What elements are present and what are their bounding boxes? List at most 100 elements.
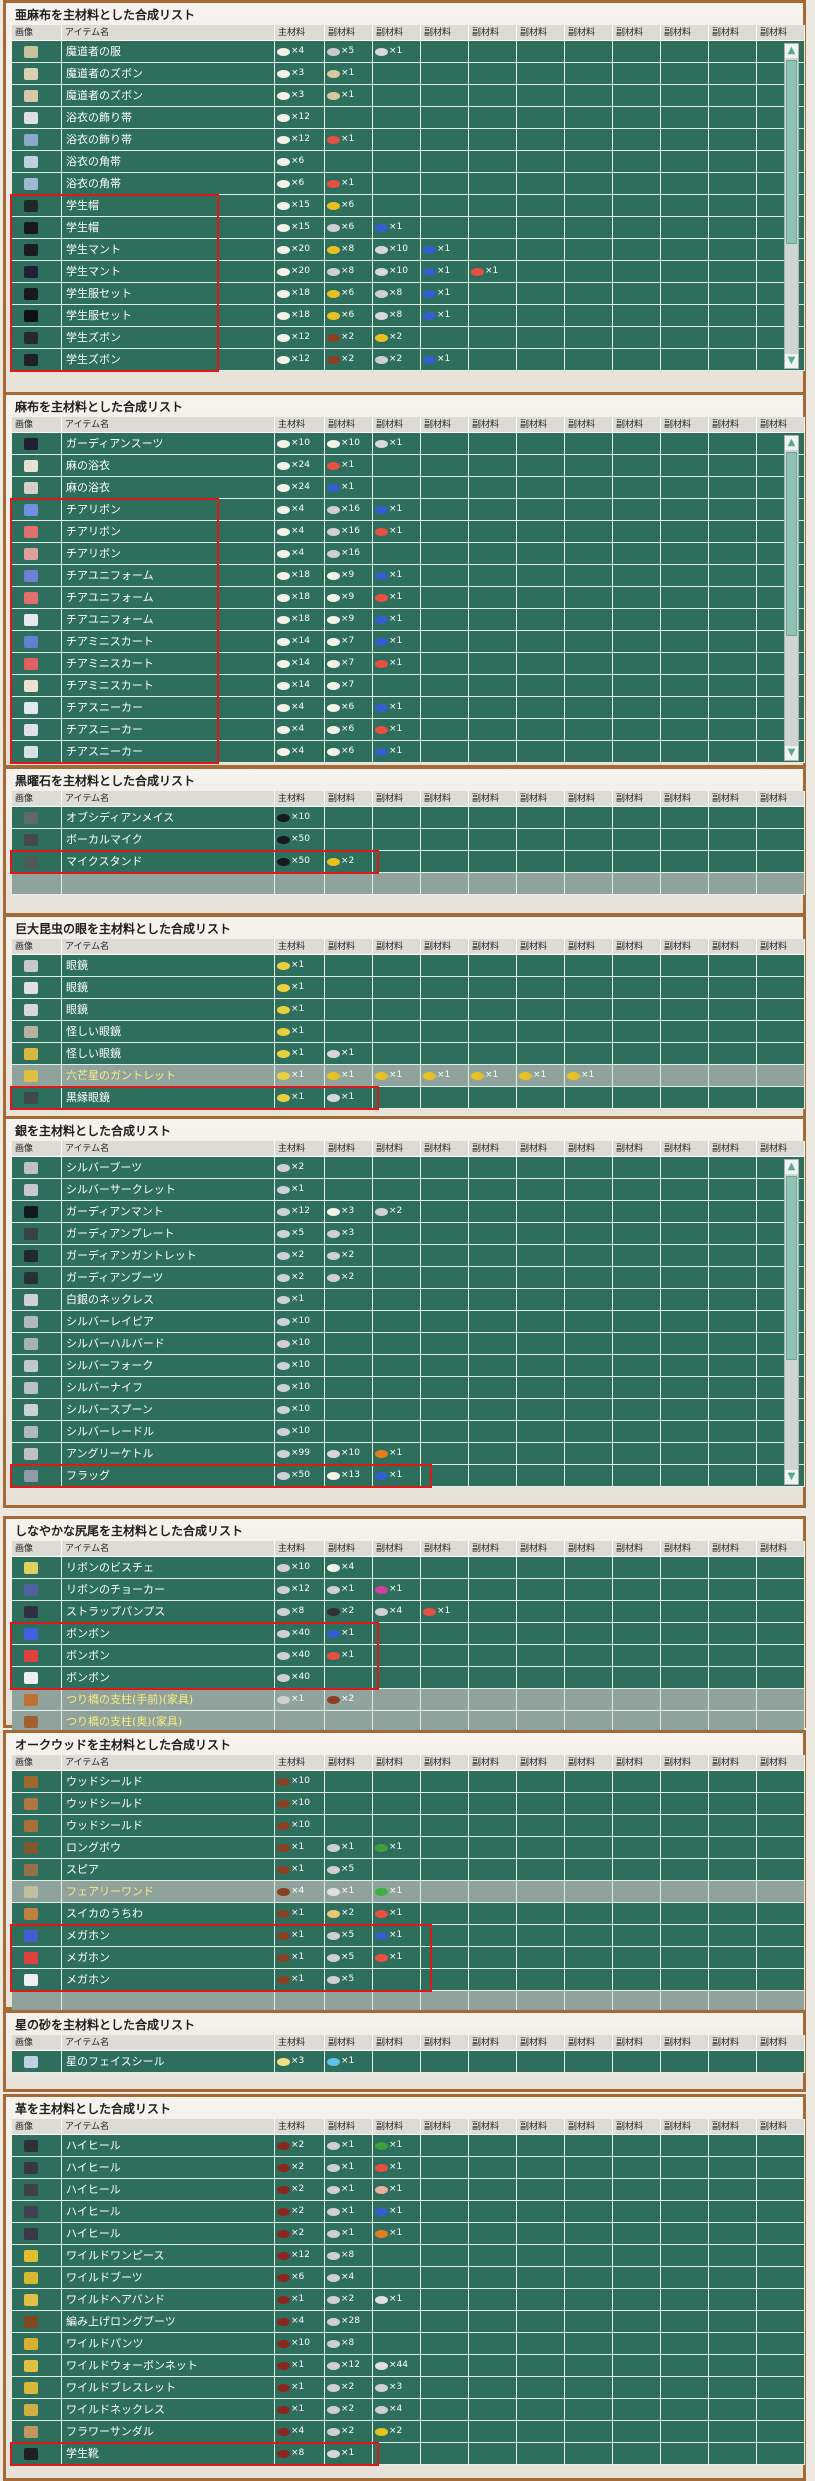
table-row[interactable]: 浴衣の角帯 ×6	[12, 151, 805, 173]
table-row[interactable]: 魔道者のズボン ×3 ×1	[12, 63, 805, 85]
table-row[interactable]: チアリボン ×4 ×16	[12, 543, 805, 565]
table-row[interactable]: アングリーケトル ×99 ×10 ×1	[12, 1443, 805, 1465]
table-row[interactable]: 魔道者のズボン ×3 ×1	[12, 85, 805, 107]
table-row[interactable]: ハイヒール ×2 ×1 ×1	[12, 2201, 805, 2223]
table-row[interactable]: 浴衣の角帯 ×6 ×1	[12, 173, 805, 195]
table-row[interactable]: ガーディアンガントレット ×2 ×2	[12, 1245, 805, 1267]
table-row[interactable]: チアミニスカート ×14 ×7 ×1	[12, 631, 805, 653]
table-row[interactable]: 白銀のネックレス ×1	[12, 1289, 805, 1311]
table-row[interactable]: チアリボン ×4 ×16 ×1	[12, 521, 805, 543]
table-row[interactable]: 学生帽 ×15 ×6 ×1	[12, 217, 805, 239]
scroll-up-arrow-icon[interactable]: ▲	[785, 436, 798, 450]
table-row[interactable]: 眼鏡 ×1	[12, 977, 805, 999]
table-row[interactable]: 編み上げロングブーツ ×4 ×28	[12, 2311, 805, 2333]
scroll-up-arrow-icon[interactable]: ▲	[785, 1160, 798, 1174]
table-row[interactable]: 麻の浴衣 ×24 ×1	[12, 455, 805, 477]
table-row[interactable]: 麻の浴衣 ×24 ×1	[12, 477, 805, 499]
table-row[interactable]: 学生マント ×20 ×8 ×10 ×1	[12, 239, 805, 261]
table-row[interactable]: メガホン ×1 ×5 ×1	[12, 1947, 805, 1969]
table-row[interactable]: リボンのチョーカー ×12 ×1 ×1	[12, 1579, 805, 1601]
table-row[interactable]: チアスニーカー ×4 ×6 ×1	[12, 697, 805, 719]
table-row[interactable]: ハイヒール ×2 ×1 ×1	[12, 2135, 805, 2157]
table-row[interactable]: シルバーレイピア ×10	[12, 1311, 805, 1333]
table-row[interactable]: ハイヒール ×2 ×1 ×1	[12, 2223, 805, 2245]
table-row[interactable]: 学生帽 ×15 ×6	[12, 195, 805, 217]
table-row[interactable]: メガホン ×1 ×5 ×1	[12, 1925, 805, 1947]
table-row[interactable]: ハイヒール ×2 ×1 ×1	[12, 2179, 805, 2201]
table-row[interactable]: ワイルドヘアバンド ×1 ×2 ×1	[12, 2289, 805, 2311]
table-row[interactable]: チアユニフォーム ×18 ×9 ×1	[12, 565, 805, 587]
scroll-down-arrow-icon[interactable]: ▼	[785, 746, 798, 760]
table-row[interactable]: チアミニスカート ×14 ×7	[12, 675, 805, 697]
table-row[interactable]: ガーディアンスーツ ×10 ×10 ×1	[12, 433, 805, 455]
table-row[interactable]: ボンボン ×40 ×1	[12, 1623, 805, 1645]
table-row[interactable]: スピア ×1 ×5	[12, 1859, 805, 1881]
table-row[interactable]: ボンボン ×40	[12, 1667, 805, 1689]
table-row[interactable]: フラッグ ×50 ×13 ×1	[12, 1465, 805, 1487]
scroll-down-arrow-icon[interactable]: ▼	[785, 1470, 798, 1484]
table-row[interactable]: マイクスタンド ×50 ×2	[12, 851, 805, 873]
table-row[interactable]: シルバーナイフ ×10	[12, 1377, 805, 1399]
table-row[interactable]: ストラップパンプス ×8 ×2 ×4 ×1	[12, 1601, 805, 1623]
table-row[interactable]: チアスニーカー ×4 ×6 ×1	[12, 741, 805, 763]
table-row[interactable]: 学生靴 ×8 ×1	[12, 2443, 805, 2465]
table-row[interactable]: ガーディアンブーツ ×2 ×2	[12, 1267, 805, 1289]
table-row[interactable]: 魔道者の服 ×4 ×5 ×1	[12, 41, 805, 63]
table-row[interactable]: チアユニフォーム ×18 ×9 ×1	[12, 609, 805, 631]
table-row[interactable]: シルバーサークレット ×1	[12, 1179, 805, 1201]
table-row[interactable]: ワイルドウォーボンネット ×1 ×12 ×44	[12, 2355, 805, 2377]
table-row[interactable]: シルバーレードル ×10	[12, 1421, 805, 1443]
table-row[interactable]: シルバーブーツ ×2	[12, 1157, 805, 1179]
table-row[interactable]: シルバーフォーク ×10	[12, 1355, 805, 1377]
table-row[interactable]: メガホン ×1 ×5	[12, 1969, 805, 1991]
table-row[interactable]: スイカのうちわ ×1 ×2 ×1	[12, 1903, 805, 1925]
table-row[interactable]: 怪しい眼鏡 ×1	[12, 1021, 805, 1043]
table-row[interactable]: 浴衣の飾り帯 ×12 ×1	[12, 129, 805, 151]
table-row[interactable]: ワイルドブレスレット ×1 ×2 ×3	[12, 2377, 805, 2399]
table-row[interactable]: ボンボン ×40 ×1	[12, 1645, 805, 1667]
table-row[interactable]: つり橋の支柱(手前)(家具) ×1 ×2	[12, 1689, 805, 1711]
scroll-down-arrow-icon[interactable]: ▼	[785, 354, 798, 368]
table-row[interactable]: シルバースプーン ×10	[12, 1399, 805, 1421]
scrollbar-thumb[interactable]	[786, 452, 797, 636]
table-row[interactable]: ウッドシールド ×10	[12, 1771, 805, 1793]
table-row[interactable]: ガーディアンプレート ×5 ×3	[12, 1223, 805, 1245]
table-row[interactable]: チアリボン ×4 ×16 ×1	[12, 499, 805, 521]
scroll-up-arrow-icon[interactable]: ▲	[785, 44, 798, 58]
table-row[interactable]: 怪しい眼鏡 ×1 ×1	[12, 1043, 805, 1065]
table-row[interactable]: 六芒星のガントレット ×1 ×1 ×1 ×1 ×1 ×1 ×1	[12, 1065, 805, 1087]
table-row[interactable]: ロングボウ ×1 ×1 ×1	[12, 1837, 805, 1859]
table-row[interactable]: 眼鏡 ×1	[12, 955, 805, 977]
table-row[interactable]: 浴衣の飾り帯 ×12	[12, 107, 805, 129]
scrollbar[interactable]: ▲ ▼	[784, 43, 799, 369]
table-row[interactable]: チアユニフォーム ×18 ×9 ×1	[12, 587, 805, 609]
table-row[interactable]: シルバーハルバード ×10	[12, 1333, 805, 1355]
scrollbar[interactable]: ▲ ▼	[784, 1159, 799, 1485]
table-row[interactable]: 学生ズボン ×12 ×2 ×2	[12, 327, 805, 349]
table-row[interactable]: リボンのビスチェ ×10 ×4	[12, 1557, 805, 1579]
table-row[interactable]: チアミニスカート ×14 ×7 ×1	[12, 653, 805, 675]
table-row[interactable]: ワイルドブーツ ×6 ×4	[12, 2267, 805, 2289]
table-row[interactable]: フラワーサンダル ×4 ×2 ×2	[12, 2421, 805, 2443]
table-row[interactable]: 眼鏡 ×1	[12, 999, 805, 1021]
table-row[interactable]: チアスニーカー ×4 ×6 ×1	[12, 719, 805, 741]
scrollbar[interactable]: ▲ ▼	[784, 435, 799, 761]
table-row[interactable]: 学生ズボン ×12 ×2 ×2 ×1	[12, 349, 805, 371]
table-row[interactable]: ワイルドワンピース ×12 ×8	[12, 2245, 805, 2267]
table-row[interactable]: 学生服セット ×18 ×6 ×8 ×1	[12, 305, 805, 327]
scrollbar-thumb[interactable]	[786, 1176, 797, 1360]
table-row[interactable]: ウッドシールド ×10	[12, 1793, 805, 1815]
table-row[interactable]: 学生マント ×20 ×8 ×10 ×1 ×1	[12, 261, 805, 283]
table-row[interactable]: フェアリーワンド ×4 ×1 ×1	[12, 1881, 805, 1903]
table-row[interactable]: ワイルドネックレス ×1 ×2 ×4	[12, 2399, 805, 2421]
table-row[interactable]: 学生服セット ×18 ×6 ×8 ×1	[12, 283, 805, 305]
scrollbar-thumb[interactable]	[786, 60, 797, 244]
table-row[interactable]: ハイヒール ×2 ×1 ×1	[12, 2157, 805, 2179]
table-row[interactable]: ウッドシールド ×10	[12, 1815, 805, 1837]
table-row[interactable]: ワイルドパンツ ×10 ×8	[12, 2333, 805, 2355]
table-row[interactable]: 星のフェイスシール ×3 ×1	[12, 2051, 805, 2073]
table-row[interactable]: 黒縁眼鏡 ×1 ×1	[12, 1087, 805, 1109]
table-row[interactable]: ボーカルマイク ×50	[12, 829, 805, 851]
table-row[interactable]: ガーディアンマント ×12 ×3 ×2	[12, 1201, 805, 1223]
table-row[interactable]: オブシディアンメイス ×10	[12, 807, 805, 829]
